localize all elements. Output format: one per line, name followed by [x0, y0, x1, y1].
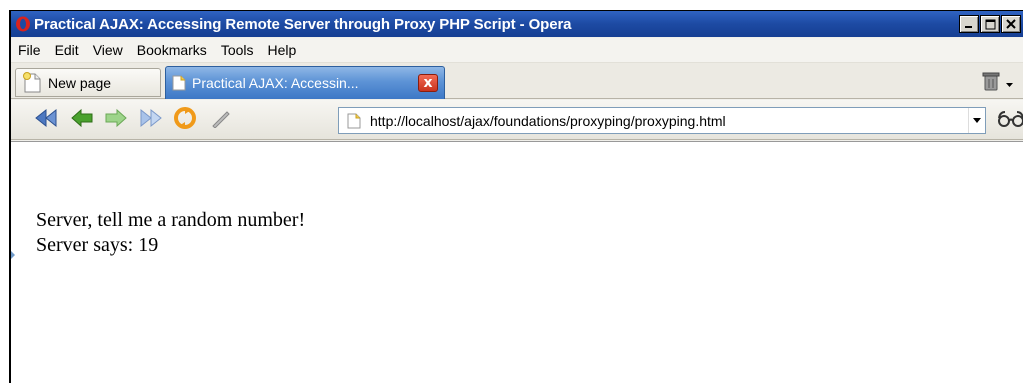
opera-logo-icon [14, 16, 31, 33]
glasses-icon[interactable] [997, 109, 1023, 133]
close-button[interactable] [1001, 15, 1021, 33]
new-page-icon [22, 71, 42, 94]
menu-view[interactable]: View [87, 42, 129, 58]
url-field[interactable]: http://localhost/ajax/foundations/proxyp… [370, 113, 968, 129]
window-controls [959, 15, 1021, 33]
rewind-icon [34, 108, 60, 133]
minimize-button[interactable] [959, 15, 979, 33]
fast-forward-icon [137, 108, 163, 133]
menu-tools[interactable]: Tools [215, 42, 260, 58]
browser-window: Practical AJAX: Accessing Remote Server … [9, 10, 1023, 383]
back-button[interactable] [68, 107, 96, 133]
panel-toggle-arrow-icon[interactable] [11, 250, 15, 260]
page-icon [172, 75, 186, 91]
page-text-response: Server says: 19 [36, 234, 159, 256]
menu-bar: File Edit View Bookmarks Tools Help [11, 38, 1023, 63]
title-bar[interactable]: Practical AJAX: Accessing Remote Server … [11, 11, 1023, 37]
navigation-toolbar: http://localhost/ajax/foundations/proxyp… [11, 100, 1023, 140]
menu-edit[interactable]: Edit [49, 42, 85, 58]
pencil-icon [209, 108, 233, 133]
reload-button[interactable] [171, 106, 199, 135]
tab-bar: New page Practical AJAX: Accessin... x [11, 63, 1023, 99]
chevron-down-icon [972, 118, 981, 123]
tab-new-page[interactable]: New page [15, 68, 161, 97]
back-arrow-icon [70, 108, 94, 133]
address-bar[interactable]: http://localhost/ajax/foundations/proxyp… [338, 107, 986, 134]
menu-file[interactable]: File [14, 42, 47, 58]
forward-button[interactable] [102, 107, 130, 133]
reload-icon [173, 106, 197, 135]
edit-button[interactable] [207, 107, 235, 133]
maximize-button[interactable] [980, 15, 1000, 33]
fast-forward-button[interactable] [136, 107, 164, 133]
menu-bookmarks[interactable]: Bookmarks [131, 42, 213, 58]
page-content: Server, tell me a random number! Server … [11, 141, 1023, 383]
tab-close-icon[interactable]: x [418, 74, 438, 92]
forward-arrow-icon [104, 108, 128, 133]
trash-menu[interactable] [982, 71, 1013, 96]
tab-new-page-label: New page [48, 74, 112, 91]
rewind-button[interactable] [33, 107, 61, 133]
trash-icon [982, 71, 1000, 96]
menu-help[interactable]: Help [262, 42, 303, 58]
tab-active-label: Practical AJAX: Accessin... [192, 75, 359, 91]
tab-practical-ajax[interactable]: Practical AJAX: Accessin... x [165, 66, 445, 99]
page-icon [347, 113, 361, 129]
address-dropdown-button[interactable] [968, 108, 984, 133]
page-text-request: Server, tell me a random number! [36, 209, 306, 231]
chevron-down-icon [1006, 75, 1013, 93]
window-title: Practical AJAX: Accessing Remote Server … [34, 15, 572, 33]
